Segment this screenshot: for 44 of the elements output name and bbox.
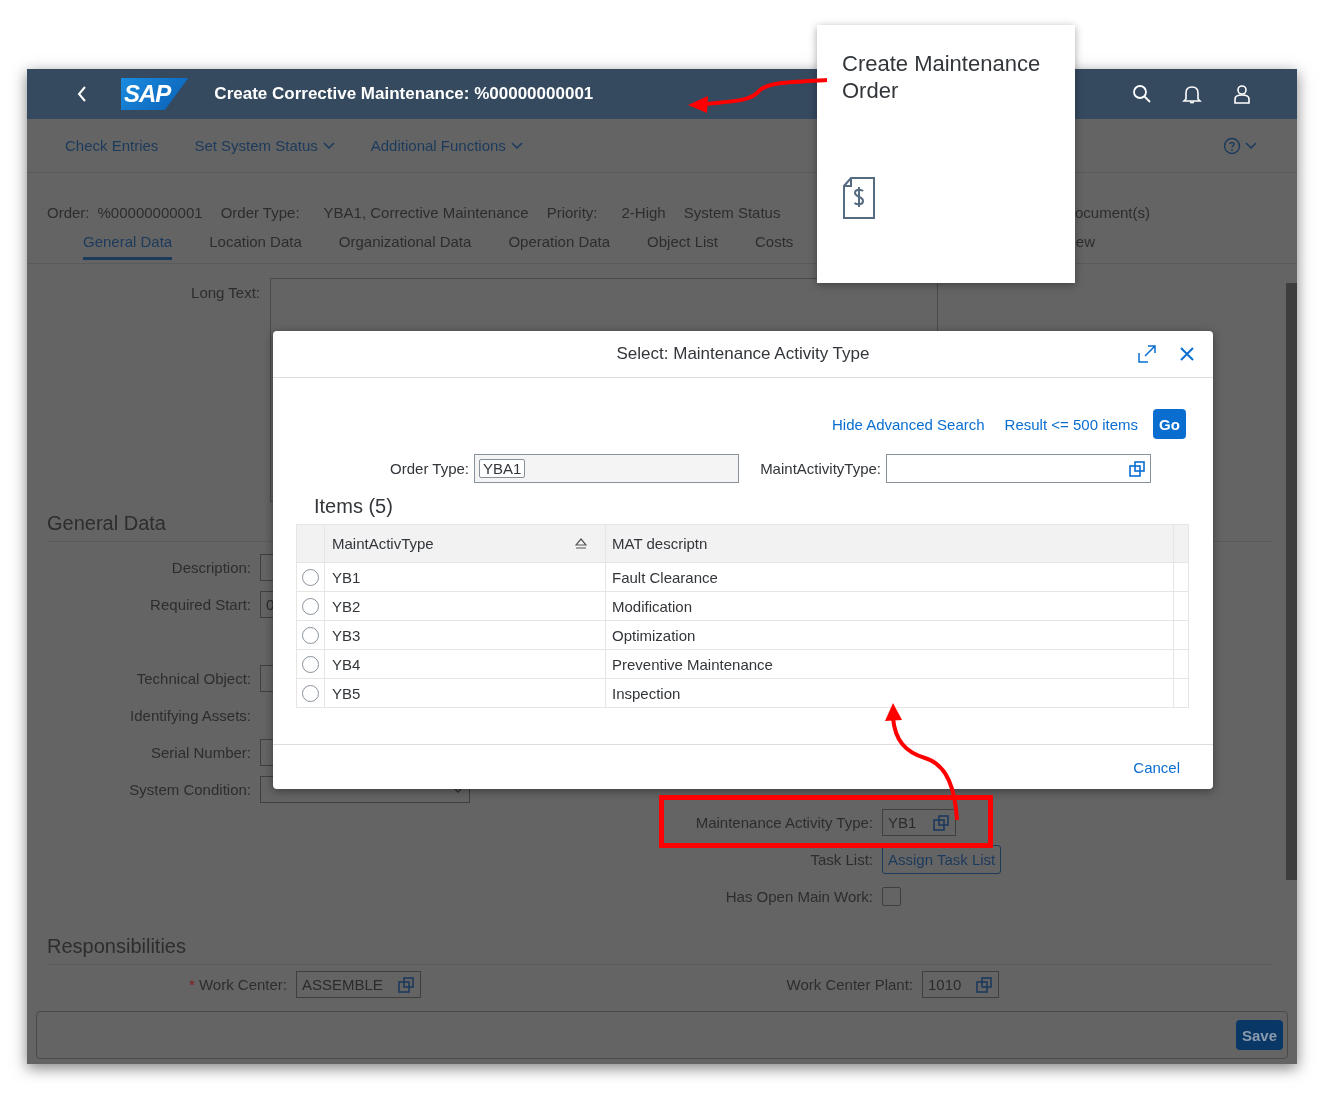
cancel-button[interactable]: Cancel (1133, 758, 1180, 776)
field-label: Description: (170, 559, 251, 576)
field-label: Work Center: (198, 976, 287, 993)
table-cell: YB1 (325, 563, 606, 591)
header-value: %00000000001 (97, 203, 203, 221)
link[interactable]: Hide Advanced Search (832, 415, 985, 433)
link[interactable]: Result <= 500 items (1004, 415, 1138, 433)
toolbar-button[interactable]: Set System Status (194, 137, 335, 154)
token: YBA1 (479, 459, 526, 478)
tile-title: Create Maintenance Order (842, 50, 1042, 104)
table-cell: Optimization (606, 621, 1174, 649)
table-cell: Fault Clearance (606, 563, 1174, 591)
table-cell: YB5 (325, 679, 606, 707)
input-field[interactable]: YB1 (882, 809, 956, 836)
header-label: Order: (47, 203, 90, 221)
input-field[interactable]: 1010 (922, 971, 1000, 998)
field-label: System Condition: (128, 781, 251, 798)
required-mark: * (189, 976, 195, 993)
input-field[interactable]: ASSEMBLE (296, 971, 421, 998)
tab[interactable]: Organizational Data (338, 232, 472, 260)
section-title: Responsibilities (47, 935, 1272, 965)
table-cell: Modification (606, 592, 1174, 620)
logo[interactable]: SAP (121, 78, 189, 110)
dialog-title: Select: Maintenance Activity Type (616, 344, 870, 364)
app-tile[interactable]: Create Maintenance Order (817, 25, 1075, 283)
table-cell: Preventive Maintenance (606, 650, 1174, 678)
table-cell: YB4 (325, 650, 606, 678)
save-button[interactable]: Save (1235, 1020, 1283, 1050)
input-field[interactable]: YBA1 (474, 454, 739, 483)
tab[interactable]: General Data (83, 232, 173, 260)
tab[interactable]: Operation Data (508, 232, 611, 260)
header-label: Priority: (546, 203, 598, 221)
table-cell: YB3 (325, 621, 606, 649)
page-title: Create Corrective Maintenance: %00000000001 (214, 84, 594, 104)
toolbar-button[interactable]: Check Entries (65, 137, 159, 154)
field-label: Order Type: (389, 460, 469, 477)
field-label: Maintenance Activity Type: (694, 814, 873, 831)
go-button[interactable]: Go (1153, 409, 1186, 439)
header-value: 2-High (621, 203, 666, 221)
toolbar-button[interactable]: Additional Functions (370, 137, 523, 154)
table-cell: YB2 (325, 592, 606, 620)
field-label: Required Start: (149, 596, 251, 613)
column-header[interactable]: MAT descriptn (606, 525, 1174, 562)
field-label: MaintActivityType: (759, 460, 881, 477)
